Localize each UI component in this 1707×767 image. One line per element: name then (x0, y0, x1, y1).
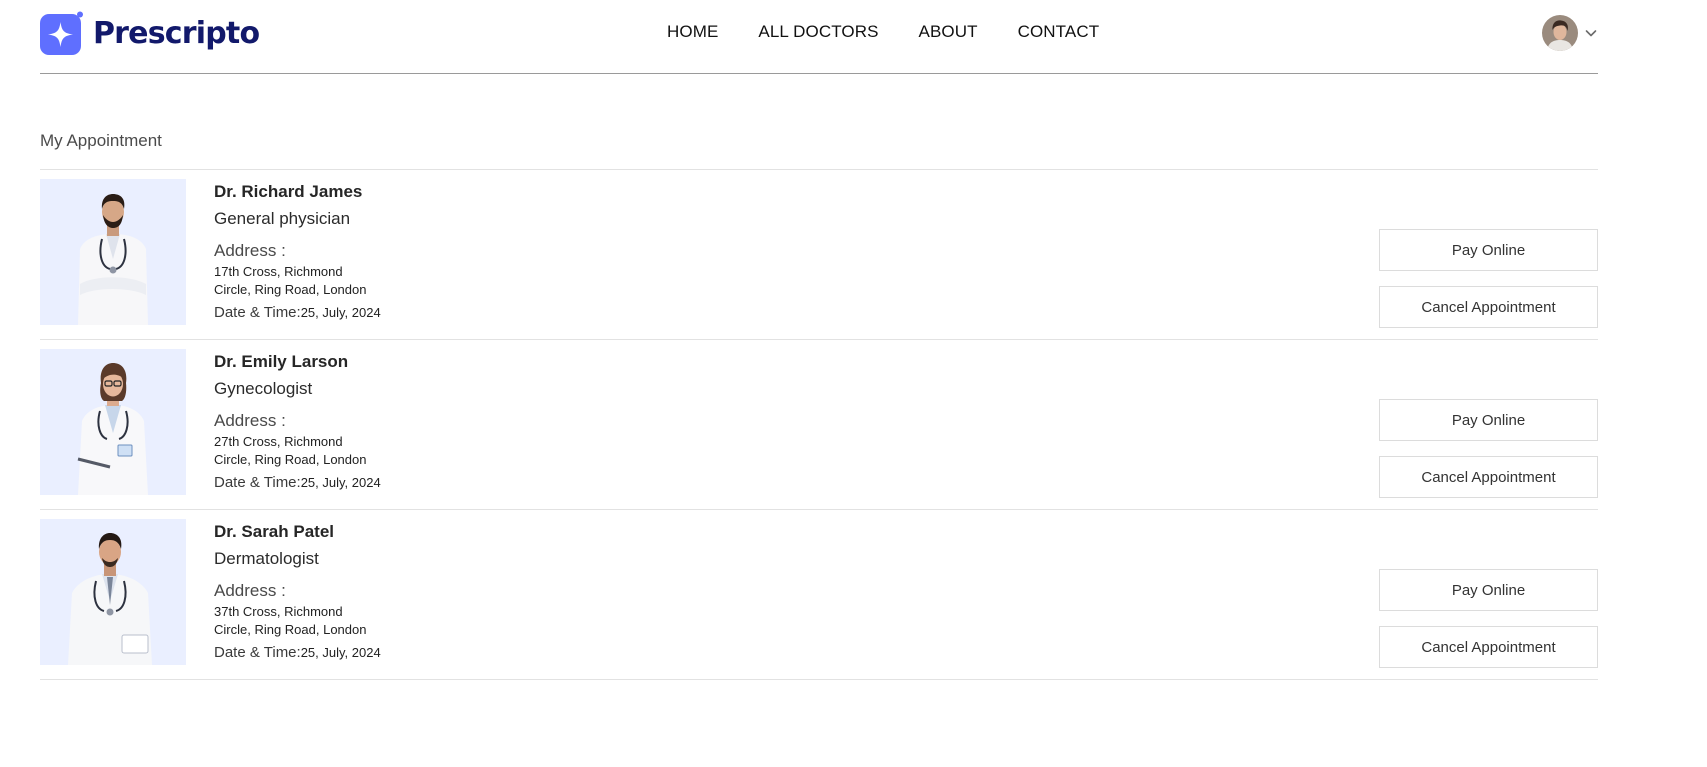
address-label: Address : (214, 411, 286, 430)
doctor-speciality: General physician (214, 209, 351, 228)
doctor-portrait-icon (77, 363, 148, 495)
address-line-1: 27th Cross, Richmond (214, 434, 343, 449)
doctor-name: Dr. Emily Larson (214, 352, 349, 371)
appointment-card: Dr. Emily Larson Gynecologist Address : … (40, 340, 1598, 510)
cancel-appointment-button[interactable]: Cancel Appointment (1379, 286, 1598, 328)
page-title: My Appointment (40, 131, 162, 150)
address-label: Address : (214, 581, 286, 600)
datetime-value: 25, July, 2024 (300, 645, 381, 660)
pay-online-button[interactable]: Pay Online (1379, 569, 1598, 611)
nav-about[interactable]: ABOUT (919, 22, 978, 42)
brand-name: Prescripto (93, 15, 260, 51)
doctor-photo (40, 519, 186, 665)
address-line-2: Circle, Ring Road, London (214, 452, 367, 467)
doctor-name: Dr. Sarah Patel (214, 522, 335, 541)
appointment-info: Dr. Sarah Patel Dermatologist Address : … (214, 522, 574, 662)
datetime-value: 25, July, 2024 (300, 305, 381, 320)
cancel-appointment-button[interactable]: Cancel Appointment (1379, 626, 1598, 668)
address-line-1: 17th Cross, Richmond (214, 264, 343, 279)
pay-online-button[interactable]: Pay Online (1379, 399, 1598, 441)
appointment-datetime: Date & Time:25, July, 2024 (214, 304, 574, 322)
appointment-card: Dr. Richard James General physician Addr… (40, 170, 1598, 340)
appointment-info: Dr. Emily Larson Gynecologist Address : … (214, 352, 574, 492)
appointment-datetime: Date & Time:25, July, 2024 (214, 474, 574, 492)
nav-contact[interactable]: CONTACT (1018, 22, 1100, 42)
doctor-speciality: Dermatologist (214, 549, 319, 568)
appointment-list: Dr. Richard James General physician Addr… (40, 169, 1598, 680)
page-container: Prescripto HOME ALL DOCTORS ABOUT CONTAC… (40, 0, 1598, 680)
address-line-2: Circle, Ring Road, London (214, 282, 367, 297)
doctor-portrait-icon (78, 194, 148, 325)
nav-home[interactable]: HOME (667, 22, 718, 42)
brand-logo[interactable]: Prescripto (40, 11, 260, 55)
doctor-name: Dr. Richard James (214, 182, 363, 201)
main-nav: HOME ALL DOCTORS ABOUT CONTACT (667, 22, 1099, 42)
address-line-1: 37th Cross, Richmond (214, 604, 343, 619)
profile-menu[interactable] (1542, 15, 1598, 51)
datetime-label: Date & Time: (214, 304, 301, 321)
logo-icon (40, 11, 83, 55)
address-label: Address : (214, 241, 286, 260)
doctor-photo (40, 179, 186, 325)
appointment-actions: Pay Online Cancel Appointment (1379, 399, 1598, 498)
appointment-actions: Pay Online Cancel Appointment (1379, 569, 1598, 668)
appointment-datetime: Date & Time:25, July, 2024 (214, 644, 574, 662)
user-avatar-icon (1542, 15, 1578, 51)
cancel-appointment-button[interactable]: Cancel Appointment (1379, 456, 1598, 498)
nav-all-doctors[interactable]: ALL DOCTORS (758, 22, 878, 42)
address-line-2: Circle, Ring Road, London (214, 622, 367, 637)
appointment-info: Dr. Richard James General physician Addr… (214, 182, 574, 322)
appointment-actions: Pay Online Cancel Appointment (1379, 229, 1598, 328)
doctor-photo (40, 349, 186, 495)
datetime-label: Date & Time: (214, 644, 301, 661)
datetime-value: 25, July, 2024 (300, 475, 381, 490)
chevron-down-icon (1585, 30, 1597, 37)
appointment-card: Dr. Sarah Patel Dermatologist Address : … (40, 510, 1598, 680)
navbar: Prescripto HOME ALL DOCTORS ABOUT CONTAC… (40, 0, 1598, 74)
datetime-label: Date & Time: (214, 474, 301, 491)
pay-online-button[interactable]: Pay Online (1379, 229, 1598, 271)
doctor-portrait-icon (68, 533, 152, 665)
doctor-speciality: Gynecologist (214, 379, 313, 398)
